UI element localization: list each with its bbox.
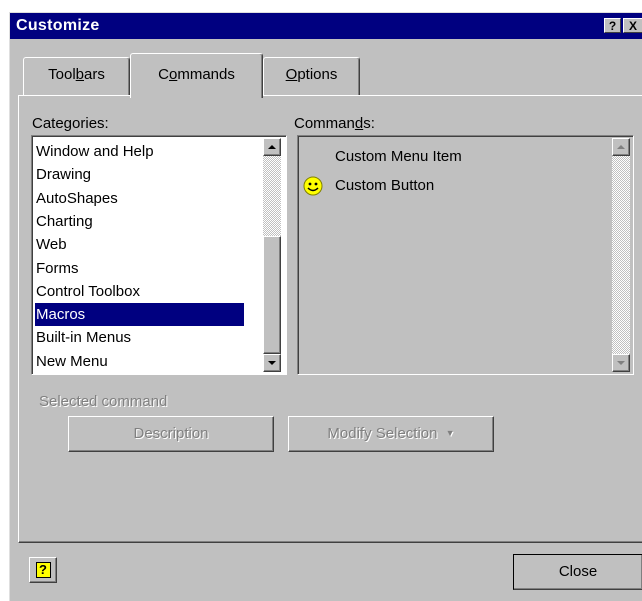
categories-label: Categories:: [32, 115, 109, 132]
scroll-up-button: [612, 138, 630, 156]
scroll-down-button[interactable]: [263, 354, 281, 372]
selected-command-label: Selected command: [39, 393, 168, 410]
category-item[interactable]: Built-in Menus: [35, 326, 244, 349]
scroll-up-button[interactable]: [263, 138, 281, 156]
arrow-up-icon: [617, 145, 625, 149]
command-label: Custom Menu Item: [335, 148, 462, 165]
help-button[interactable]: ?: [29, 557, 57, 583]
category-item[interactable]: Drawing: [35, 163, 244, 186]
scroll-down-button: [612, 354, 630, 372]
tab-options[interactable]: Options: [263, 57, 360, 95]
tab-options-label: Options: [285, 66, 338, 83]
tab-toolbars-label: Toolbars: [48, 66, 105, 83]
title-bar[interactable]: Customize ? X: [10, 13, 642, 39]
commands-label: Commands:: [294, 115, 375, 132]
command-item-custom-menu-item[interactable]: Custom Menu Item: [335, 148, 462, 165]
category-item[interactable]: Window and Help: [35, 140, 244, 163]
arrow-up-icon: [268, 145, 276, 149]
category-item[interactable]: Charting: [35, 210, 244, 233]
category-item[interactable]: New Menu: [35, 350, 244, 373]
modify-selection-button[interactable]: Modify Selection ▼: [288, 416, 494, 452]
chevron-down-icon: ▼: [445, 428, 455, 438]
category-item[interactable]: Macros: [35, 303, 244, 327]
help-icon: ?: [35, 562, 51, 578]
close-title-button[interactable]: X: [623, 18, 642, 33]
description-button[interactable]: Description: [68, 416, 274, 452]
tab-commands-label: Commands: [158, 66, 235, 83]
close-button[interactable]: Close: [513, 554, 642, 590]
categories-scrollbar[interactable]: [263, 138, 281, 372]
scroll-thumb[interactable]: [263, 236, 281, 354]
arrow-down-icon: [268, 361, 276, 365]
category-item[interactable]: Forms: [35, 257, 244, 280]
category-item[interactable]: AutoShapes: [35, 187, 244, 210]
commands-list[interactable]: Custom Menu Item Custom Button: [297, 135, 634, 375]
commands-scrollbar: [612, 138, 630, 372]
modify-selection-label: Modify Selection: [327, 425, 438, 442]
category-item[interactable]: Web: [35, 233, 244, 256]
command-label: Custom Button: [335, 177, 435, 194]
smiley-icon: [303, 176, 323, 196]
customize-dialog: Customize ? X Toolbars Commands Options …: [9, 12, 642, 601]
arrow-down-icon: [617, 361, 625, 365]
tab-commands[interactable]: Commands: [130, 53, 263, 98]
category-item[interactable]: Control Toolbox: [35, 280, 244, 303]
dialog-title: Customize: [16, 17, 100, 34]
categories-listbox[interactable]: Window and Help Drawing AutoShapes Charting…: [31, 135, 287, 375]
help-title-button[interactable]: ?: [604, 18, 621, 33]
tab-toolbars[interactable]: Toolbars: [23, 57, 130, 95]
